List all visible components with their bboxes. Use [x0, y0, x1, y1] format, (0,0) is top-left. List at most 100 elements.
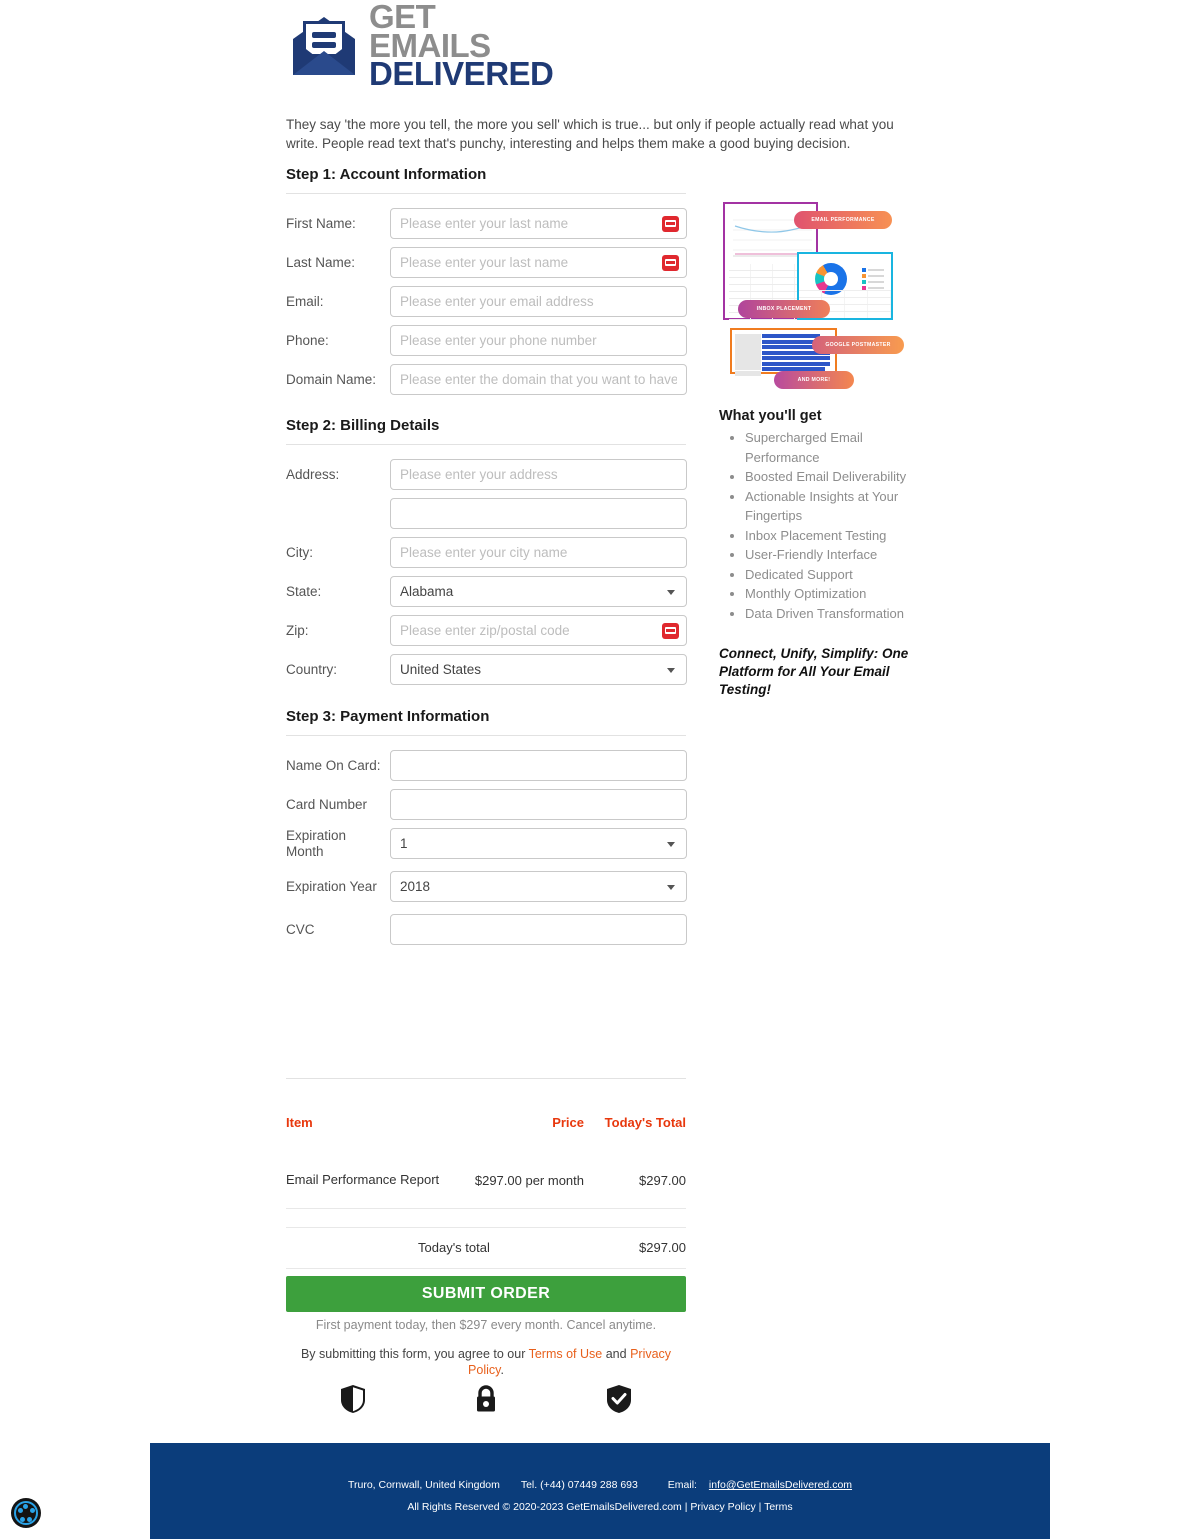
first-name-input[interactable] — [390, 208, 687, 239]
field-row-last-name: Last Name: — [286, 247, 687, 278]
order-total-label: Today's total — [418, 1240, 490, 1256]
benefits-list: Supercharged Email Performance Boosted E… — [719, 428, 919, 623]
autofill-icon[interactable] — [662, 622, 679, 639]
address-input[interactable] — [390, 459, 687, 490]
list-item: Data Driven Transformation — [745, 604, 919, 624]
list-item: Monthly Optimization — [745, 584, 919, 604]
list-item: Dedicated Support — [745, 565, 919, 585]
pill-email-performance: EMAIL PERFORMANCE — [794, 211, 892, 229]
cvc-input[interactable] — [390, 914, 687, 946]
pill-google-postmaster: GOOGLE POSTMASTER — [812, 336, 904, 354]
field-row-cvc: CVC — [286, 914, 687, 946]
domain-name-input[interactable] — [390, 364, 687, 395]
submit-order-button[interactable]: SUBMIT ORDER — [286, 1276, 686, 1312]
sidebar: EMAIL PERFORMANCE INBOX PLACEMENT GOOGLE… — [719, 196, 919, 699]
autofill-icon[interactable] — [662, 254, 679, 271]
bar-chart-labels — [735, 334, 761, 377]
logo-line-1: GET EMAILS — [369, 0, 491, 64]
field-row-zip: Zip: — [286, 615, 687, 646]
field-row-expiration-year: Expiration Year — [286, 871, 687, 903]
state-label: State: — [286, 583, 322, 599]
card-number-label: Card Number — [286, 796, 368, 812]
footer-email-link[interactable]: info@GetEmailsDelivered.com — [709, 1479, 852, 1491]
field-row-card-number: Card Number — [286, 789, 687, 820]
name-on-card-label: Name On Card: — [286, 757, 381, 773]
intro-paragraph: They say 'the more you tell, the more yo… — [286, 116, 894, 152]
terms-agreement: By submitting this form, you agree to ou… — [286, 1346, 686, 1379]
expiration-month-select[interactable] — [390, 828, 687, 860]
state-select[interactable] — [390, 576, 687, 607]
phone-input[interactable] — [390, 325, 687, 356]
what-youll-get-heading: What you'll get — [719, 408, 822, 424]
field-row-expiration-month: Expiration Month — [286, 828, 687, 860]
pill-and-more: AND MORE! — [774, 371, 854, 389]
address2-input[interactable] — [390, 498, 687, 529]
field-row-first-name: First Name: — [286, 208, 687, 239]
step1-divider — [286, 193, 686, 194]
terms-of-use-link[interactable]: Terms of Use — [529, 1347, 603, 1361]
country-label: Country: — [286, 661, 338, 677]
footer-address: Truro, Cornwall, United Kingdom — [347, 1479, 500, 1491]
footer-email-wrap: Email: info@GetEmailsDelivered.com — [659, 1479, 852, 1491]
field-row-email: Email: — [286, 286, 687, 317]
country-select[interactable] — [390, 654, 687, 685]
table-row: Email Performance Report $297.00 per mon… — [286, 1136, 686, 1210]
column-header-item: Item — [286, 1115, 313, 1130]
email-label: Email: — [286, 293, 324, 309]
order-table-header: Item Price Today's Total — [286, 1115, 686, 1136]
field-row-city: City: — [286, 537, 687, 568]
pill-inbox-placement: INBOX PLACEMENT — [738, 300, 830, 318]
order-item-name: Email Performance Report — [286, 1172, 440, 1187]
list-item: Actionable Insights at Your Fingertips — [745, 487, 919, 526]
zip-label: Zip: — [286, 622, 309, 638]
order-section-divider — [286, 1078, 686, 1079]
cvc-label: CVC — [286, 921, 315, 937]
order-item-total: $297.00 — [639, 1172, 686, 1188]
accessibility-widget-button[interactable] — [11, 1498, 41, 1528]
city-input[interactable] — [390, 537, 687, 568]
features-collage-image: EMAIL PERFORMANCE INBOX PLACEMENT GOOGLE… — [719, 196, 904, 396]
site-logo[interactable]: GET EMAILS DELIVERED — [287, 1, 554, 90]
logo-line-2: DELIVERED — [369, 55, 554, 93]
zip-input[interactable] — [390, 615, 687, 646]
subscription-note: First payment today, then $297 every mon… — [315, 1318, 657, 1332]
city-label: City: — [286, 544, 313, 560]
order-total-row: Today's total $297.00 — [286, 1227, 686, 1270]
name-on-card-input[interactable] — [390, 750, 687, 781]
list-item: Boosted Email Deliverability — [745, 467, 919, 487]
sidebar-tagline: Connect, Unify, Simplify: One Platform f… — [719, 646, 909, 697]
address-label: Address: — [286, 466, 340, 482]
step1-title: Step 1: Account Information — [286, 166, 487, 183]
terms-mid-text: and — [602, 1347, 631, 1361]
site-footer: Truro, Cornwall, United Kingdom Tel. (+4… — [150, 1443, 1050, 1539]
list-item: User-Friendly Interface — [745, 545, 919, 565]
field-row-name-on-card: Name On Card: — [286, 750, 687, 781]
domain-name-label: Domain Name: — [286, 371, 377, 387]
phone-label: Phone: — [286, 332, 329, 348]
shield-half-icon — [340, 1384, 366, 1419]
field-row-country: Country: — [286, 654, 687, 685]
email-input[interactable] — [390, 286, 687, 317]
order-total-value: $297.00 — [639, 1240, 686, 1256]
padlock-icon — [474, 1384, 498, 1419]
column-header-price: Price — [552, 1115, 584, 1130]
expiration-year-select[interactable] — [390, 871, 687, 903]
order-summary: Item Price Today's Total Email Performan… — [286, 1115, 686, 1270]
field-row-address: Address: — [286, 459, 687, 490]
step3-divider — [286, 735, 686, 736]
last-name-input[interactable] — [390, 247, 687, 278]
autofill-icon[interactable] — [662, 215, 679, 232]
field-row-phone: Phone: — [286, 325, 687, 356]
card-number-input[interactable] — [390, 789, 687, 820]
field-row-state: State: — [286, 576, 687, 607]
field-row-domain-name: Domain Name: — [286, 364, 687, 395]
field-row-address2 — [286, 498, 687, 529]
expiration-month-label: Expiration Month — [286, 828, 347, 859]
order-item-price: $297.00 per month — [474, 1172, 584, 1188]
trust-badges — [286, 1384, 686, 1419]
footer-email-label: Email: — [667, 1479, 697, 1491]
expiration-year-label: Expiration Year — [286, 878, 377, 894]
envelope-logo-icon — [287, 13, 361, 79]
step2-divider — [286, 444, 686, 445]
footer-copyright: All Rights Reserved © 2020-2023 GetEmail… — [407, 1501, 793, 1513]
